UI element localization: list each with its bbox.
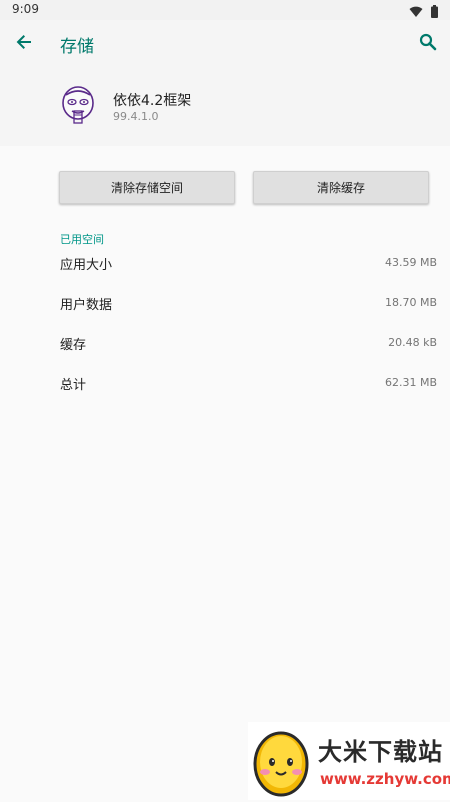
search-button[interactable] <box>414 30 442 58</box>
storage-row-app-size: 应用大小 43.59 MB <box>60 254 437 282</box>
row-value: 20.48 kB <box>388 336 437 349</box>
page-title: 存储 <box>60 37 94 57</box>
storage-row-total: 总计 62.31 MB <box>60 374 437 402</box>
row-value: 43.59 MB <box>384 256 437 269</box>
clear-cache-button[interactable]: 清除缓存 <box>253 171 429 204</box>
egg-mascot-icon <box>250 724 312 798</box>
app-bar: 存储 <box>0 20 450 68</box>
storage-row-user-data: 用户数据 18.70 MB <box>60 294 437 322</box>
watermark: 大米下载站 www.zzhyw.com <box>248 722 450 800</box>
section-title-used-space: 已用空间 <box>60 233 104 246</box>
row-label: 缓存 <box>60 338 87 353</box>
status-time: 9:09 <box>12 2 39 16</box>
row-label: 用户数据 <box>60 298 113 313</box>
watermark-url: www.zzhyw.com <box>320 770 450 788</box>
search-icon <box>419 33 437 55</box>
app-header: 依依4.2框架 99.4.1.0 <box>0 68 450 146</box>
row-label: 总计 <box>60 378 87 393</box>
storage-row-cache: 缓存 20.48 kB <box>60 334 437 362</box>
app-version: 99.4.1.0 <box>113 110 159 123</box>
status-bar: 9:09 <box>0 0 450 20</box>
arrow-back-icon <box>15 33 33 55</box>
app-icon <box>60 85 96 127</box>
row-value: 62.31 MB <box>384 376 437 389</box>
row-label: 应用大小 <box>60 258 113 273</box>
clear-storage-button[interactable]: 清除存储空间 <box>59 171 235 204</box>
back-button[interactable] <box>10 30 38 58</box>
watermark-name: 大米下载站 <box>318 738 443 766</box>
row-value: 18.70 MB <box>384 296 437 309</box>
app-name: 依依4.2框架 <box>113 93 192 109</box>
